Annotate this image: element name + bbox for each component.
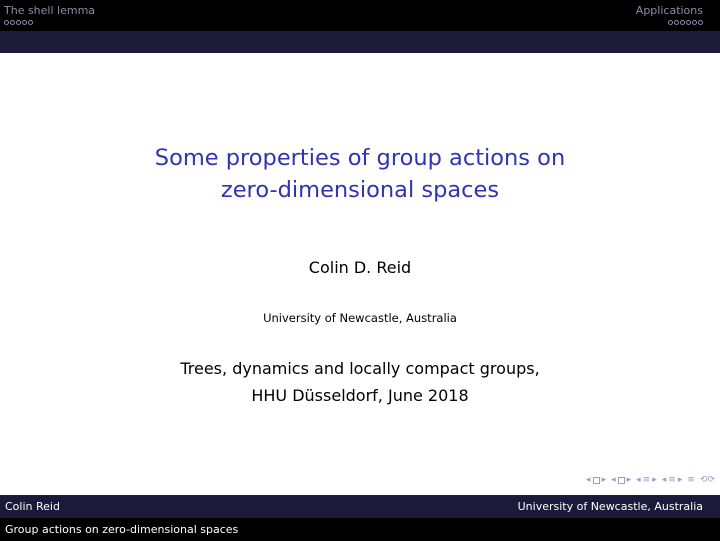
frame-icon[interactable] [592, 476, 600, 484]
footer-author: Colin Reid [5, 500, 60, 513]
frame-dot[interactable] [668, 20, 673, 25]
date-line-1: Trees, dynamics and locally compact grou… [180, 359, 540, 378]
nav-dots-right [636, 20, 703, 25]
slide-title: Some properties of group actions on zero… [0, 142, 720, 206]
nav-subsection-group[interactable]: ◂ ▸ [611, 475, 631, 485]
search-icon[interactable]: ⟲⟳ [700, 475, 715, 485]
footer-institute: University of Newcastle, Australia [517, 500, 703, 513]
nav-section-label[interactable]: Applications [636, 4, 703, 17]
date-line-2: HHU Düsseldorf, June 2018 [251, 386, 469, 405]
nav-section-applications[interactable]: Applications [636, 4, 703, 25]
frame-dot[interactable] [10, 20, 15, 25]
arrow-right-icon[interactable]: ▸ [602, 475, 607, 485]
nav-section-label[interactable]: The shell lemma [4, 4, 95, 17]
frame-dot[interactable] [692, 20, 697, 25]
footer-title-bar: Group actions on zero-dimensional spaces [0, 518, 720, 541]
nav-section-group[interactable]: ◂ ≡ ▸ [636, 475, 657, 485]
title-line-1: Some properties of group actions on [154, 145, 566, 171]
arrow-left-icon[interactable]: ◂ [611, 475, 616, 485]
frame-dot[interactable] [16, 20, 21, 25]
frame-dot[interactable] [4, 20, 9, 25]
frame-dot[interactable] [686, 20, 691, 25]
footer-short-title: Group actions on zero-dimensional spaces [5, 523, 239, 536]
subsection-icon[interactable] [617, 476, 625, 484]
arrow-right-icon[interactable]: ▸ [652, 475, 657, 485]
nav-section-shell-lemma[interactable]: The shell lemma [4, 4, 95, 25]
frame-dot[interactable] [22, 20, 27, 25]
nav-frame-group[interactable]: ◂ ▸ [586, 475, 606, 485]
title-line-2: zero-dimensional spaces [220, 177, 500, 203]
arrow-right-icon[interactable]: ▸ [627, 475, 632, 485]
arrow-left-icon[interactable]: ◂ [586, 475, 591, 485]
event-date: Trees, dynamics and locally compact grou… [0, 355, 720, 409]
author-name: Colin D. Reid [308, 258, 412, 277]
document-icon[interactable]: ≡ [668, 475, 676, 485]
footer-author-bar: Colin Reid University of Newcastle, Aust… [0, 495, 720, 518]
arrow-left-icon[interactable]: ◂ [662, 475, 667, 485]
arrow-right-icon[interactable]: ▸ [678, 475, 683, 485]
nav-dots-left [4, 20, 95, 25]
frame-dot[interactable] [698, 20, 703, 25]
frame-dot[interactable] [674, 20, 679, 25]
nav-document-group[interactable]: ◂ ≡ ▸ [662, 475, 683, 485]
frame-dot[interactable] [28, 20, 33, 25]
beamer-navigation-symbols: ◂ ▸ ◂ ▸ ◂ ≡ ▸ ◂ ≡ ▸ ≡ ⟲⟳ [586, 475, 715, 485]
frame-dot[interactable] [680, 20, 685, 25]
headline-bar: The shell lemma Applications [0, 0, 720, 31]
sub-header-bar [0, 31, 720, 53]
section-icon[interactable]: ≡ [643, 475, 651, 485]
arrow-left-icon[interactable]: ◂ [636, 475, 641, 485]
institute: University of Newcastle, Australia [263, 311, 457, 325]
appendix-icon[interactable]: ≡ [687, 475, 695, 485]
